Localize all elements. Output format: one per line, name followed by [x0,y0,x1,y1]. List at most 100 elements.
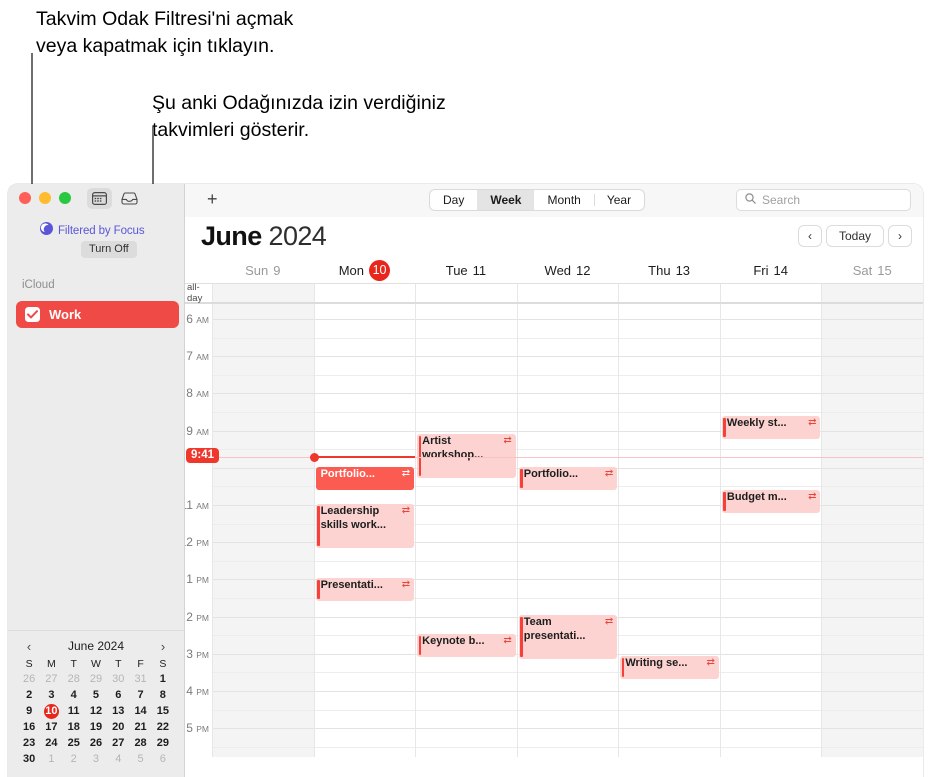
mini-calendar-day[interactable]: 6 [107,688,129,703]
all-day-cell[interactable] [618,284,720,302]
mini-calendar-day[interactable]: 29 [85,672,107,687]
tab-year[interactable]: Year [593,190,644,210]
day-header-tue[interactable]: Tue 11 [415,257,517,283]
mini-calendar-day[interactable]: 16 [18,720,40,735]
add-event-button[interactable]: + [207,190,218,208]
mini-calendar-day[interactable]: 31 [129,672,151,687]
calendar-event[interactable]: Presentati... ⇄ [315,578,415,601]
calendar-event[interactable]: Budget m... ⇄ [721,490,821,513]
mini-calendar-day[interactable]: 3 [85,752,107,767]
mini-calendar-day[interactable]: 22 [152,720,174,735]
turn-off-button[interactable]: Turn Off [81,241,137,258]
mini-calendar-day[interactable]: 2 [63,752,85,767]
mini-calendar-day[interactable]: 2 [18,688,40,703]
day-header-thu[interactable]: Thu 13 [618,257,720,283]
day-column-thu[interactable]: Writing se... ⇄ [618,304,720,757]
sidebar: Filtered by Focus Turn Off iCloud Work ‹… [8,184,185,777]
mini-calendar-day[interactable]: 3 [40,688,62,703]
mini-calendar-day[interactable]: 13 [107,704,129,719]
calendar-event[interactable]: Keynote b... ⇄ [417,634,516,657]
mini-calendar-day[interactable]: 12 [85,704,107,719]
day-header-sun[interactable]: Sun 9 [212,257,314,283]
day-column-fri[interactable]: Weekly st... ⇄ Budget m... ⇄ [719,304,822,757]
mini-calendar-day[interactable]: 26 [18,672,40,687]
mini-calendar-day[interactable]: 17 [40,720,62,735]
mini-calendar-day[interactable]: 15 [152,704,174,719]
calendar-event[interactable]: Portfolio... ⇄ [518,467,618,490]
mini-calendar-day[interactable]: 25 [63,736,85,751]
mini-calendar-day[interactable]: 27 [40,672,62,687]
sidebar-calendar-work[interactable]: Work [16,301,179,328]
event-title: Portfolio... [523,468,579,480]
minimize-button[interactable] [39,192,51,204]
callout-focus-filter-text: Takvim Odak Filtresi'ni açmak veya kapat… [36,8,294,57]
mini-calendar-day[interactable]: 20 [107,720,129,735]
day-header-fri[interactable]: Fri 14 [720,257,822,283]
work-checkbox[interactable] [25,307,40,322]
mini-calendar-day[interactable]: 27 [107,736,129,751]
calendar-sidebar-icon[interactable] [87,188,112,209]
day-header-mon[interactable]: Mon 10 [314,257,416,283]
mini-calendar-day[interactable]: 30 [107,672,129,687]
mini-calendar-day[interactable]: 21 [129,720,151,735]
mini-calendar-today[interactable]: 10 [43,704,59,719]
all-day-cell[interactable] [516,284,619,302]
half-hour-gridline [720,746,822,748]
calendar-event[interactable]: Team presentati... ⇄ [518,615,618,659]
day-header-wed[interactable]: Wed 12 [517,257,619,283]
inbox-icon[interactable] [117,188,142,209]
mini-calendar-day[interactable]: 23 [18,736,40,751]
mini-calendar-day[interactable]: 26 [85,736,107,751]
mini-calendar-prev-icon[interactable]: ‹ [22,640,36,653]
day-column-sun[interactable] [212,304,314,757]
calendar-event[interactable]: Leadership skills work... ⇄ [315,504,415,548]
filtered-by-focus-badge[interactable]: Filtered by Focus [40,222,145,240]
calendar-event[interactable]: Writing se... ⇄ [620,656,719,679]
mini-calendar-day[interactable]: 28 [129,736,151,751]
mini-calendar-day[interactable]: 1 [152,672,174,687]
mini-calendar-day[interactable]: 1 [40,752,62,767]
mini-calendar-day[interactable]: 28 [63,672,85,687]
calendar-event[interactable]: Portfolio... ⇄ [315,467,415,490]
title-month: June [201,221,262,251]
mini-calendar-day[interactable]: 6 [152,752,174,767]
day-column-sat[interactable] [821,304,923,757]
today-button[interactable]: Today [825,225,884,247]
mini-calendar-day[interactable]: 7 [129,688,151,703]
tab-day[interactable]: Day [430,190,477,210]
mini-calendar-day[interactable]: 19 [85,720,107,735]
all-day-cell[interactable] [821,284,923,302]
mini-calendar-day[interactable]: 14 [129,704,151,719]
mini-calendar-day[interactable]: 30 [18,752,40,767]
mini-calendar-day[interactable]: 29 [152,736,174,751]
mini-calendar-day[interactable]: 18 [63,720,85,735]
day-column-mon[interactable]: Portfolio... ⇄ Leadership skills work... ⇄ P… [313,304,416,757]
mini-calendar-day[interactable]: 8 [152,688,174,703]
tab-month[interactable]: Month [534,190,593,210]
day-header-date: 13 [675,262,691,278]
zoom-button[interactable] [59,192,71,204]
mini-calendar-next-icon[interactable]: › [156,640,170,653]
previous-week-button[interactable]: ‹ [797,225,822,247]
calendar-event[interactable]: Weekly st... ⇄ [721,416,821,439]
all-day-cell[interactable] [415,284,517,302]
mini-calendar-day[interactable]: 11 [63,704,85,719]
mini-calendar-day[interactable]: 4 [63,688,85,703]
day-header-sat[interactable]: Sat 15 [821,257,923,283]
mini-calendar-day[interactable]: 9 [18,704,40,719]
mini-calendar-day[interactable]: 5 [85,688,107,703]
day-column-tue[interactable]: Artist workshop... ⇄ Keynote b... ⇄ [415,304,517,757]
all-day-cell[interactable] [719,284,822,302]
day-column-wed[interactable]: Portfolio... ⇄ Team presentati... ⇄ [516,304,619,757]
mini-calendar-day[interactable]: 5 [129,752,151,767]
current-time-line-highlight [313,456,416,459]
mini-calendar-day[interactable]: 24 [40,736,62,751]
hour-gridline [213,430,314,432]
next-week-button[interactable]: › [888,225,912,247]
close-button[interactable] [19,192,31,204]
tab-week[interactable]: Week [477,190,535,210]
search-field[interactable]: Search [736,189,911,211]
all-day-cell[interactable] [313,284,416,302]
all-day-cell[interactable] [212,284,314,302]
mini-calendar-day[interactable]: 4 [107,752,129,767]
